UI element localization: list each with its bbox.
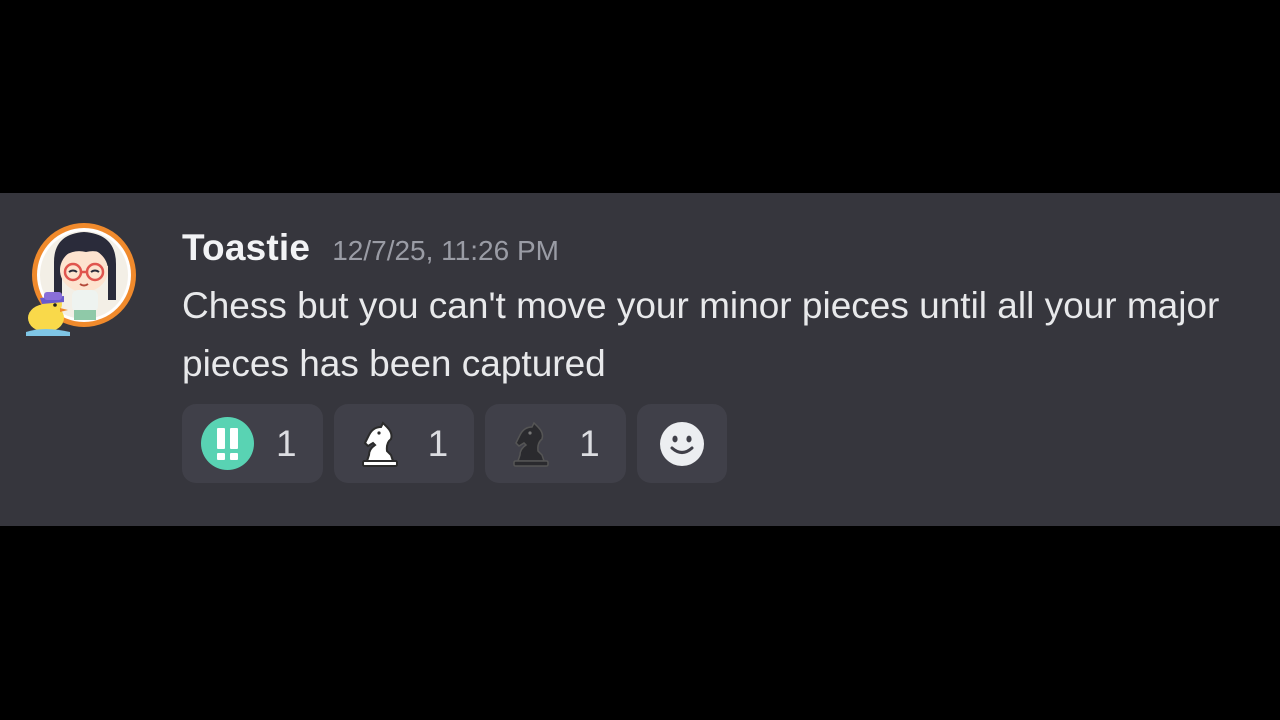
reaction-double-exclamation[interactable]: 1 <box>182 404 323 483</box>
reaction-black-knight[interactable]: 1 <box>485 404 626 483</box>
black-knight-icon <box>504 417 557 470</box>
avatar-image <box>26 223 136 336</box>
message-content: Toastie 12/7/25, 11:26 PM Chess but you … <box>182 227 1242 393</box>
reaction-count: 1 <box>276 422 297 464</box>
message-container: Toastie 12/7/25, 11:26 PM Chess but you … <box>0 193 1280 526</box>
username[interactable]: Toastie <box>182 227 310 269</box>
timestamp[interactable]: 12/7/25, 11:26 PM <box>332 235 559 267</box>
double-exclamation-icon <box>201 417 254 470</box>
reaction-white-knight[interactable]: 1 <box>333 404 475 483</box>
reaction-count: 1 <box>579 422 600 464</box>
white-knight-icon <box>353 417 406 470</box>
message-header: Toastie 12/7/25, 11:26 PM <box>182 227 1242 271</box>
add-reaction-button[interactable] <box>636 404 727 483</box>
reactions-bar: 1 1 1 <box>182 404 727 483</box>
message-text: Chess but you can't move your minor piec… <box>182 285 1220 384</box>
avatar[interactable] <box>24 222 144 342</box>
smiley-icon <box>659 421 705 467</box>
reaction-count: 1 <box>427 422 449 464</box>
